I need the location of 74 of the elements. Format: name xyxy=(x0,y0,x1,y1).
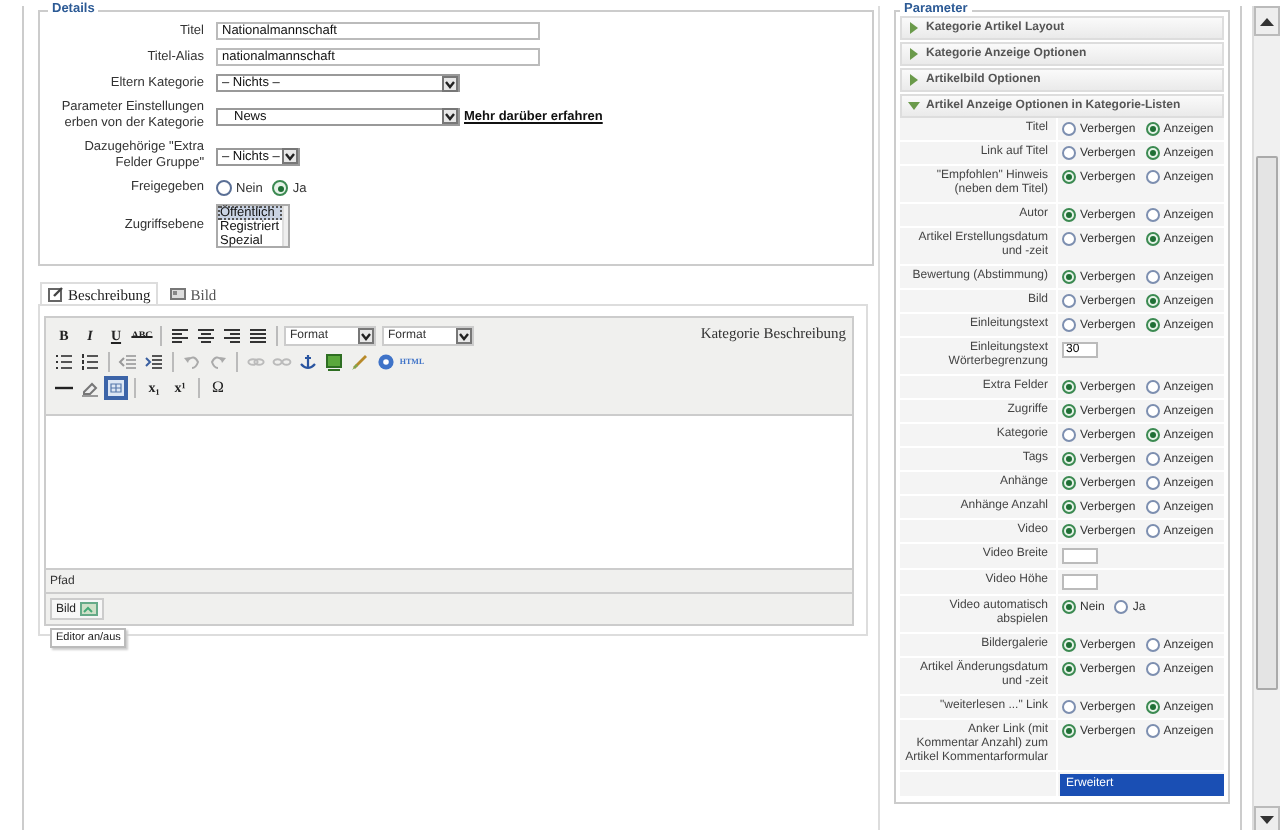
radio-button[interactable] xyxy=(1114,600,1129,614)
radio-button[interactable] xyxy=(1062,638,1076,652)
radio-button[interactable] xyxy=(1145,294,1160,308)
radio-button[interactable] xyxy=(1062,318,1076,332)
radio-button[interactable] xyxy=(1145,270,1160,284)
align-left-icon[interactable] xyxy=(168,324,192,348)
indent-icon[interactable] xyxy=(142,350,166,374)
scroll-up-button[interactable] xyxy=(1254,6,1280,36)
align-right-icon[interactable] xyxy=(220,324,244,348)
anchor-icon[interactable] xyxy=(296,350,320,374)
radio-button[interactable] xyxy=(1145,524,1160,538)
radio-button[interactable] xyxy=(1145,318,1160,332)
radio-button[interactable] xyxy=(1062,380,1076,394)
caret-icon[interactable] xyxy=(442,75,458,91)
scrollbar-track xyxy=(281,206,288,246)
radio-button[interactable] xyxy=(1145,232,1160,246)
table-icon[interactable] xyxy=(104,376,128,400)
radio-button[interactable] xyxy=(1145,146,1160,160)
radio-button[interactable] xyxy=(1062,524,1076,538)
caret-icon[interactable] xyxy=(456,328,472,344)
picture-icon xyxy=(170,286,187,302)
text-field[interactable] xyxy=(1062,574,1098,590)
radio-button[interactable] xyxy=(1062,270,1076,284)
numbered-list-icon[interactable] xyxy=(78,350,102,374)
bullet-list-icon[interactable] xyxy=(52,350,76,374)
radio-button[interactable] xyxy=(1062,146,1076,160)
scrollbar-thumb[interactable] xyxy=(1256,156,1278,690)
special-character-button[interactable]: Ω xyxy=(206,376,230,400)
radio-button[interactable] xyxy=(1062,700,1076,714)
align-center-icon[interactable] xyxy=(194,324,218,348)
justify-icon[interactable] xyxy=(246,324,270,348)
triangle-down-icon xyxy=(908,100,920,112)
radio-button[interactable] xyxy=(1145,662,1160,676)
radio-button[interactable] xyxy=(1145,452,1160,466)
radio-button[interactable] xyxy=(1145,122,1160,136)
picture-icon[interactable] xyxy=(322,350,346,374)
radio-button[interactable] xyxy=(1062,208,1076,222)
radio-button[interactable] xyxy=(1062,452,1076,466)
radio-button[interactable] xyxy=(1062,662,1076,676)
radio-button[interactable] xyxy=(1145,638,1160,652)
radio-button[interactable] xyxy=(1062,428,1076,442)
radio-button[interactable] xyxy=(1145,476,1160,490)
radio-button[interactable] xyxy=(1145,170,1160,184)
radio-button[interactable] xyxy=(1062,724,1076,738)
radio-button[interactable] xyxy=(1062,500,1076,514)
caret-icon[interactable] xyxy=(358,328,374,344)
triangle-right-icon xyxy=(908,74,920,86)
radio-button[interactable] xyxy=(1062,232,1076,246)
radio-button[interactable] xyxy=(1145,724,1160,738)
radio-button[interactable] xyxy=(1145,404,1160,418)
radio-button[interactable] xyxy=(1062,600,1076,614)
caret-icon[interactable] xyxy=(282,148,298,164)
triangle-down-icon[interactable] xyxy=(1260,816,1274,826)
radio-button[interactable] xyxy=(1145,700,1160,714)
radio-button[interactable] xyxy=(1062,170,1076,184)
caret-icon[interactable] xyxy=(442,108,458,124)
picture-icon xyxy=(80,602,99,616)
triangle-up-icon[interactable] xyxy=(1260,16,1274,26)
radio-button[interactable] xyxy=(1145,380,1160,394)
triangle-right-icon xyxy=(908,48,920,60)
radio-button[interactable] xyxy=(272,180,289,196)
radio-button[interactable] xyxy=(1145,500,1160,514)
scroll-down-button[interactable] xyxy=(1254,806,1280,830)
radio-button[interactable] xyxy=(1145,428,1160,442)
radio-button[interactable] xyxy=(1145,208,1160,222)
radio-button[interactable] xyxy=(1062,476,1076,490)
radio-button[interactable] xyxy=(1062,294,1076,308)
text-field[interactable] xyxy=(1062,548,1098,564)
radio-button[interactable] xyxy=(1062,122,1076,136)
triangle-right-icon xyxy=(908,22,920,34)
radio-button[interactable] xyxy=(216,180,232,196)
note-icon xyxy=(48,286,64,302)
help-icon[interactable] xyxy=(374,350,398,374)
radio-button[interactable] xyxy=(1062,404,1076,418)
